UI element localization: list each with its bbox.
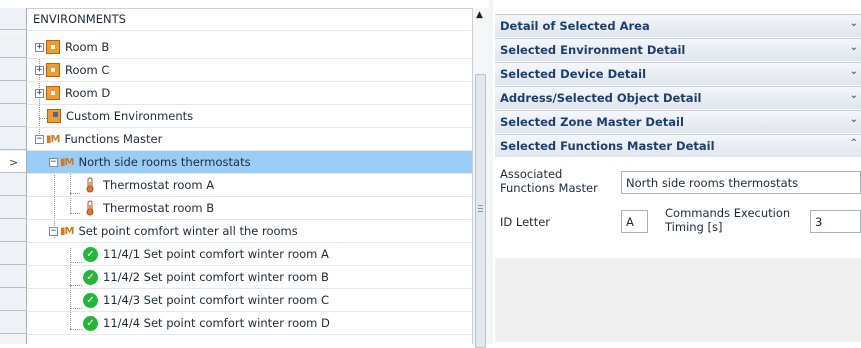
tree-row[interactable]: + Room B — [0, 36, 472, 59]
tree-row[interactable]: ✓ 11/4/4 Set point comfort winter room D — [0, 312, 472, 335]
functions-master-icon: ▮M — [46, 133, 60, 145]
environments-tree-panel: ENVIRONMENTS + Room B + Room C + Room D … — [0, 0, 490, 348]
tree-item-label[interactable]: Room B — [65, 40, 109, 54]
tree-row[interactable]: Thermostat room A — [0, 174, 472, 197]
functions-master-icon: ▮M — [60, 225, 74, 237]
commands-execution-timing-field[interactable]: 3 — [810, 210, 861, 233]
tree-item-label[interactable]: Set point comfort winter all the rooms — [78, 224, 297, 238]
tree-item-label[interactable]: Room D — [65, 86, 110, 100]
associated-label-line2: Functions Master — [500, 181, 598, 195]
tree-vertical-scrollbar[interactable]: ▲ — [472, 8, 489, 348]
collapse-icon[interactable]: − — [35, 134, 44, 144]
tree-row[interactable]: ✓ 11/4/1 Set point comfort winter room A — [0, 243, 472, 266]
thermostat-icon — [86, 177, 94, 193]
room-icon — [46, 40, 60, 54]
tree-row-selected[interactable]: > − ▮M North side rooms thermostats — [0, 151, 472, 174]
tree-row[interactable]: Thermostat room B — [0, 197, 472, 220]
check-icon: ✓ — [83, 269, 98, 285]
expand-icon[interactable]: + — [35, 88, 44, 98]
section-selected-zone-master-detail[interactable]: Selected Zone Master Detail ⌄ — [495, 110, 861, 134]
collapse-icon[interactable]: − — [49, 157, 58, 167]
tree-item-label[interactable]: 11/4/4 Set point comfort winter room D — [103, 316, 330, 330]
room-icon — [46, 86, 60, 100]
tree-item-label[interactable]: Custom Environments — [66, 109, 193, 123]
check-icon: ✓ — [83, 246, 98, 262]
chevron-up-icon[interactable]: ⌃ — [850, 138, 858, 149]
tree-row[interactable]: ✓ 11/4/2 Set point comfort winter room B — [0, 266, 472, 289]
chevron-down-icon[interactable]: ⌄ — [850, 66, 858, 77]
functions-master-detail-body: Associated Functions Master North side r… — [495, 158, 861, 258]
associated-functions-master-field[interactable]: North side rooms thermostats — [621, 171, 861, 194]
collapse-icon[interactable]: − — [49, 226, 58, 236]
expand-icon[interactable]: + — [35, 42, 44, 52]
tree-item-label[interactable]: 11/4/2 Set point comfort winter room B — [103, 270, 329, 284]
tree-row[interactable]: − ▮M Set point comfort winter all the ro… — [0, 220, 472, 243]
thermostat-icon — [86, 200, 94, 216]
tree-row[interactable]: ✓ 11/4/3 Set point comfort winter room C — [0, 289, 472, 312]
associated-label-line1: Associated — [500, 167, 563, 181]
check-icon: ✓ — [83, 315, 98, 331]
timing-label-line1: Commands Execution — [665, 206, 791, 220]
scroll-up-arrow-icon[interactable]: ▲ — [476, 10, 483, 20]
tree-row[interactable]: Custom Environments — [0, 105, 472, 128]
section-selected-environment-detail[interactable]: Selected Environment Detail ⌄ — [495, 38, 861, 62]
empty-area — [495, 258, 861, 342]
check-icon: ✓ — [83, 292, 98, 308]
detail-panel: Detail of Selected Area ⌄ Selected Envir… — [493, 0, 861, 344]
tree-item-label[interactable]: Thermostat room B — [103, 201, 214, 215]
id-letter-field[interactable]: A — [621, 210, 648, 233]
tree-row[interactable]: + Room C — [0, 59, 472, 82]
id-letter-label: ID Letter — [500, 215, 551, 229]
section-detail-of-selected-area[interactable]: Detail of Selected Area ⌄ — [495, 14, 861, 38]
tree-item-label[interactable]: Functions Master — [64, 132, 162, 146]
section-selected-device-detail[interactable]: Selected Device Detail ⌄ — [495, 62, 861, 86]
custom-environment-icon — [47, 109, 61, 123]
tree-row[interactable]: + Room D — [0, 82, 472, 105]
tree-item-label[interactable]: 11/4/1 Set point comfort winter room A — [103, 247, 329, 261]
tree-item-label[interactable]: North side rooms thermostats — [78, 155, 250, 169]
tree-row[interactable]: − ▮M Functions Master — [0, 128, 472, 151]
section-selected-functions-master-detail[interactable]: Selected Functions Master Detail ⌃ — [495, 134, 861, 158]
chevron-down-icon[interactable]: ⌄ — [850, 114, 858, 125]
expand-icon[interactable]: + — [35, 65, 44, 75]
section-address-selected-object-detail[interactable]: Address/Selected Object Detail ⌄ — [495, 86, 861, 110]
scrollbar-thumb[interactable] — [475, 74, 486, 348]
current-row-arrow-icon: > — [9, 156, 19, 169]
chevron-down-icon[interactable]: ⌄ — [850, 18, 858, 29]
tree-item-label[interactable]: 11/4/3 Set point comfort winter room C — [103, 293, 329, 307]
tree-item-label[interactable]: Room C — [65, 63, 109, 77]
tree-header-row: ENVIRONMENTS — [0, 8, 472, 31]
chevron-down-icon[interactable]: ⌄ — [850, 42, 858, 53]
functions-master-icon: ▮M — [60, 156, 74, 168]
tree-item-label[interactable]: Thermostat room A — [103, 178, 214, 192]
chevron-down-icon[interactable]: ⌄ — [850, 90, 858, 101]
environments-header: ENVIRONMENTS — [33, 12, 126, 26]
timing-label-line2: Timing [s] — [665, 220, 723, 234]
room-icon — [46, 63, 60, 77]
